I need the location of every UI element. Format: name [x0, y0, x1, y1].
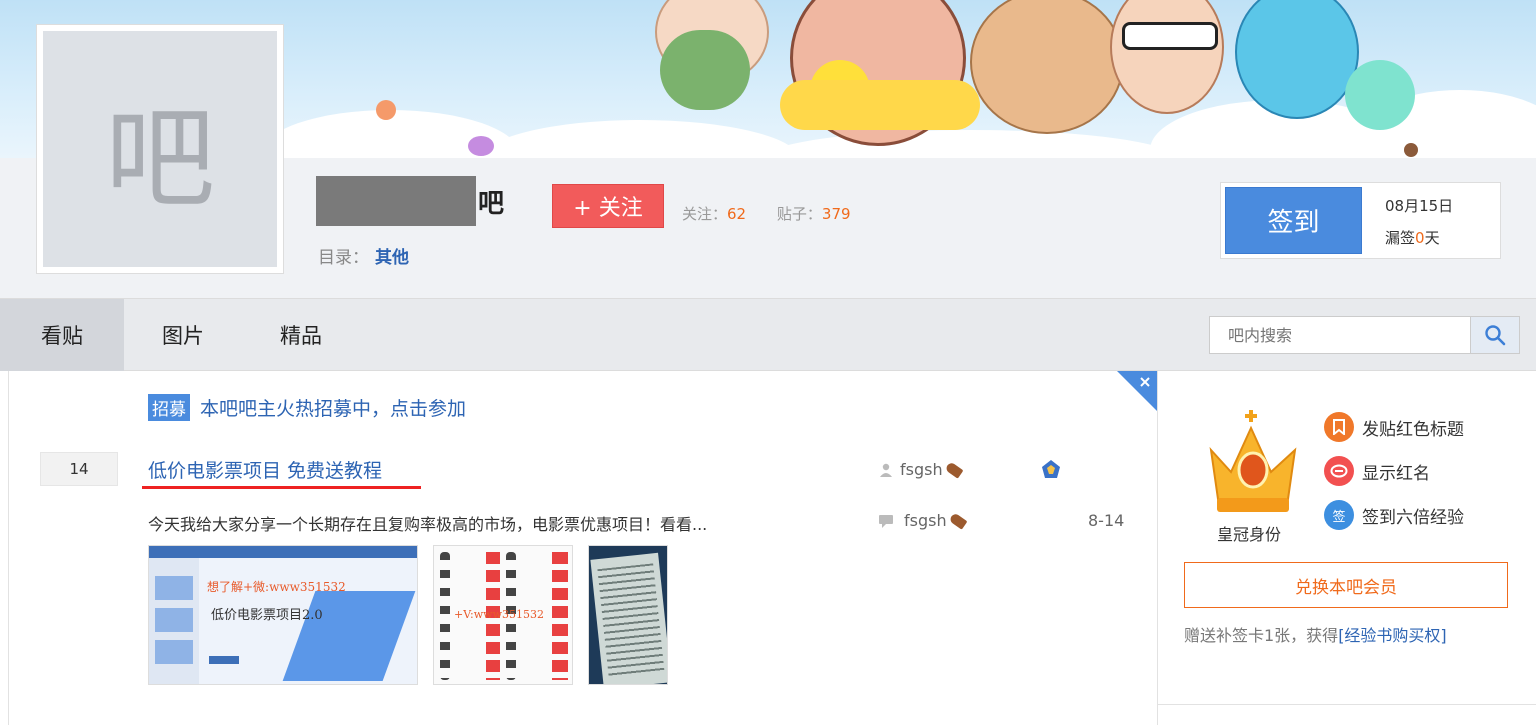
recruit-tag: 招募: [148, 394, 190, 421]
perk-label: 显示红名: [1362, 463, 1430, 484]
drumstick-icon: [944, 460, 964, 479]
author-name: fsgsh: [900, 460, 943, 479]
sidebar-divider: [1158, 704, 1536, 705]
perk-six-exp: 签 签到六倍经验: [1324, 500, 1464, 530]
perk-red-name: 显示红名: [1324, 456, 1430, 486]
follow-button[interactable]: + 关注: [552, 184, 664, 228]
recruit-text: 本吧吧主火热招募中，点击参加: [200, 398, 467, 420]
decor-brown-dot: [1404, 143, 1418, 157]
missed-suffix: 天: [1424, 229, 1440, 247]
missed-prefix: 漏签: [1385, 229, 1416, 247]
forum-name-suffix: 吧: [478, 188, 505, 219]
decor-purple-dot: [468, 136, 494, 156]
tab-posts[interactable]: 看贴: [0, 299, 124, 371]
red-underline-annotation: [142, 486, 421, 489]
crown-icon: [1209, 410, 1297, 512]
moderator-recruit-link[interactable]: 招募 本吧吧主火热招募中，点击参加: [148, 394, 466, 421]
thumb-1-watermark: 想了解+微:www351532: [207, 580, 346, 594]
cartoon-girl: [1110, 0, 1224, 114]
sign-in-panel: 签到 08月15日 漏签0天: [1220, 182, 1501, 259]
cartoon-float-ring: [780, 80, 980, 130]
tab-featured[interactable]: 精品: [256, 299, 346, 371]
missed-sign-days: 漏签0天: [1385, 227, 1440, 248]
thread-image-2[interactable]: +V:www351532: [433, 545, 573, 685]
cartoon-sunglasses: [1122, 22, 1218, 50]
drumstick-icon: [948, 511, 968, 530]
perk-label: 发贴红色标题: [1362, 419, 1464, 440]
catalog-link[interactable]: 其他: [375, 248, 409, 268]
bookmark-icon: [1324, 412, 1354, 442]
gift-text: 赠送补签卡1张，获得: [1184, 626, 1339, 645]
thread-image-1[interactable]: 想了解+微:www351532 低价电影票项目2.0: [148, 545, 418, 685]
close-corner-icon[interactable]: [1117, 371, 1157, 411]
thumb-2-watermark: +V:www351532: [454, 608, 544, 621]
sign-date: 08月15日: [1385, 197, 1454, 215]
redacted-forum-name: [316, 176, 476, 226]
crown-label: 皇冠身份: [1217, 525, 1282, 544]
chat-bubble-icon: [1324, 456, 1354, 486]
thread-excerpt: 今天我给大家分享一个长期存在且复购率极高的市场，电影票优惠项目！看看...: [148, 515, 708, 534]
comment-icon: [879, 514, 893, 528]
exp-book-link[interactable]: [经验书购买权]: [1338, 626, 1447, 645]
search-icon: [1485, 325, 1506, 346]
search-button[interactable]: [1470, 316, 1520, 354]
forum-logo-glyph: 吧: [43, 31, 277, 267]
member-badge-icon: [1042, 460, 1060, 478]
forum-stats: 关注：62 贴子：379: [682, 203, 851, 224]
forum-name: 吧: [316, 176, 504, 226]
exchange-membership-button[interactable]: 兑换本吧会员: [1184, 562, 1508, 608]
forum-logo: 吧: [36, 24, 284, 274]
last-replier-name: fsgsh: [904, 511, 947, 530]
last-replier[interactable]: fsgsh: [878, 511, 968, 530]
gift-info: 赠送补签卡1张，获得[经验书购买权]: [1184, 622, 1447, 646]
post-count: 379: [821, 205, 851, 223]
user-icon: [880, 463, 892, 477]
reply-count: 14: [40, 452, 118, 486]
sign-badge-text: 签: [1332, 509, 1346, 525]
thread-title-link[interactable]: 低价电影票项目 免费送教程: [148, 456, 382, 483]
perk-label: 签到六倍经验: [1362, 507, 1464, 528]
thread-author[interactable]: fsgsh: [878, 460, 964, 479]
thumb-1-heading: 低价电影票项目2.0: [211, 608, 323, 623]
forum-search-input[interactable]: [1209, 316, 1471, 354]
cartoon-bear: [970, 0, 1124, 134]
follow-count-label: 关注：: [682, 205, 728, 223]
post-count-label: 贴子：: [776, 205, 822, 223]
cartoon-green-shirt: [660, 30, 750, 110]
missed-count: 0: [1415, 229, 1425, 247]
perk-red-title: 发贴红色标题: [1324, 412, 1464, 442]
decor-orange-dot: [376, 100, 396, 120]
cartoon-blue-ball: [1345, 60, 1415, 130]
sign-badge-icon: 签: [1324, 500, 1354, 530]
last-reply-time: 8-14: [1088, 511, 1125, 530]
catalog-label: 目录：: [318, 248, 369, 268]
sign-in-button[interactable]: 签到: [1225, 187, 1362, 254]
follow-count: 62: [727, 205, 747, 223]
tab-images[interactable]: 图片: [138, 299, 228, 371]
forum-catalog: 目录： 其他: [318, 243, 409, 268]
thread-image-3[interactable]: [588, 545, 668, 685]
